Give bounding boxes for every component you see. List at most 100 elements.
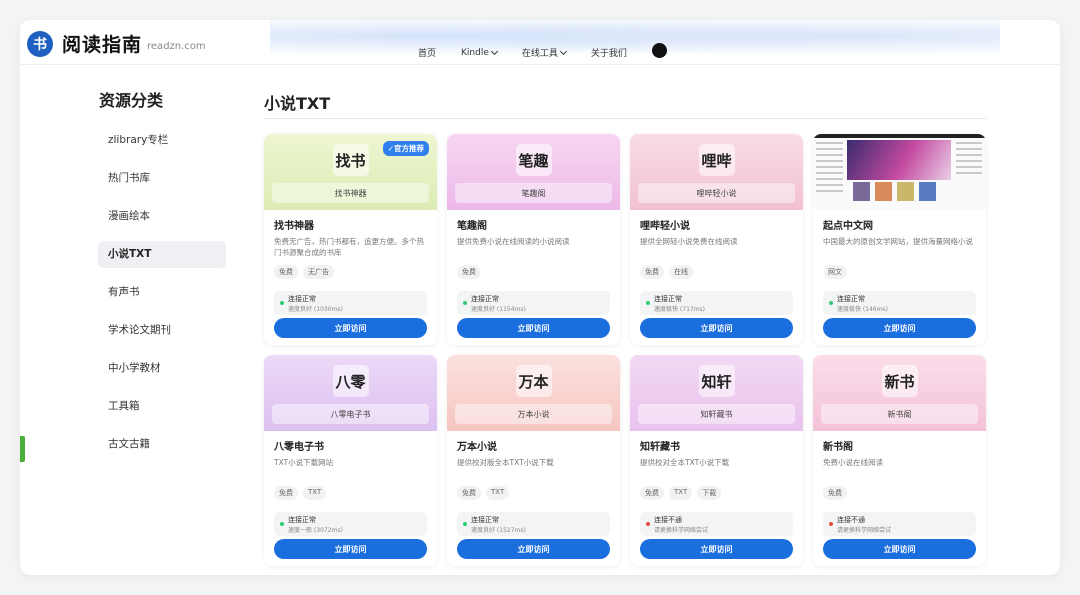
visit-button[interactable]: 立即访问 xyxy=(640,318,793,338)
screenshot-text-line xyxy=(956,154,982,156)
card-info: 哩哔轻小说 提供全网轻小说免费在线阅读 xyxy=(640,217,793,247)
card-tag: 免费 xyxy=(274,265,298,279)
banner-logo-text: 笔趣 xyxy=(515,144,552,176)
sidebar-item[interactable]: 学术论文期刊 xyxy=(98,317,226,344)
screenshot-list-line xyxy=(816,142,843,144)
site-screenshot xyxy=(813,134,986,210)
site-card[interactable]: 万本 万本小说 万本小说 提供校对版全本TXT小说下载 免费 TXT 连接正常 速度良好 (1… xyxy=(447,355,620,566)
status-text: 连接正常 xyxy=(288,516,316,524)
card-title: 找书神器 xyxy=(274,221,314,232)
visit-button[interactable]: 立即访问 xyxy=(274,539,427,559)
site-header: 书 阅读指南 readzn.com 首页 Kindle 在线工具 关于我们 xyxy=(20,20,1060,65)
connection-status: 连接正常 速度极快 (717ms) xyxy=(640,291,793,315)
card-tag: 免费 xyxy=(823,486,847,500)
card-tags: 免费 TXT xyxy=(274,486,327,500)
card-title: 笔趣阁 xyxy=(457,221,487,232)
banner-logo-text: 万本 xyxy=(515,365,552,397)
banner-site-name: 笔趣阁 xyxy=(455,183,612,203)
connection-status: 连接正常 速度良好 (1527ms) xyxy=(457,512,610,536)
card-title: 起点中文网 xyxy=(823,221,873,232)
sidebar-item[interactable]: 小说TXT xyxy=(98,241,226,268)
card-tag: TXT xyxy=(486,486,510,500)
card-tag: 下载 xyxy=(697,486,722,500)
card-description: 提供校对全本TXT小说下载 xyxy=(640,458,730,467)
card-banner: 万本 万本小说 xyxy=(447,355,620,431)
status-text: 连接正常 xyxy=(288,295,316,303)
card-description: 免费小说在线阅读 xyxy=(823,458,883,467)
site-card[interactable]: 起点中文网 中国最大的原创文学网站，提供海量网络小说 网文 连接正常 速度极快 (146… xyxy=(813,134,986,345)
screenshot-topbar xyxy=(813,134,986,138)
site-card[interactable]: 知轩 知轩藏书 知轩藏书 提供校对全本TXT小说下载 免费 TXT 下载 连接不通 请更换科学网… xyxy=(630,355,803,566)
sidebar-item[interactable]: 漫画绘本 xyxy=(98,203,226,230)
visit-button[interactable]: 立即访问 xyxy=(640,539,793,559)
banner-logo-text: 找书 xyxy=(332,144,369,176)
site-card[interactable]: 八零 八零电子书 八零电子书 TXT小说下载网站 免费 TXT 连接正常 速度一般 (3072… xyxy=(264,355,437,566)
nav-online-tools-label: 在线工具 xyxy=(521,49,558,59)
side-feedback-tab[interactable] xyxy=(20,436,25,462)
connection-status: 连接不通 请更换科学网络尝试 xyxy=(640,512,793,536)
card-banner: 新书 新书阁 xyxy=(813,355,986,431)
card-tags: 免费 无广告 xyxy=(274,265,334,279)
status-dot-icon xyxy=(463,522,467,526)
site-logo[interactable]: 书 阅读指南 readzn.com xyxy=(27,30,206,57)
sidebar-item[interactable]: 热门书库 xyxy=(98,165,226,192)
screenshot-text-line xyxy=(956,148,982,150)
nav-home[interactable]: 首页 xyxy=(418,46,436,59)
card-banner: 找书 找书神器 ✓官方推荐 xyxy=(264,134,437,210)
card-info: 知轩藏书 提供校对全本TXT小说下载 xyxy=(640,438,793,468)
nav-about-label: 关于我们 xyxy=(590,49,627,59)
visit-button[interactable]: 立即访问 xyxy=(457,539,610,559)
status-dot-icon xyxy=(280,301,284,305)
banner-site-name: 新书阁 xyxy=(821,404,978,424)
site-card[interactable]: 找书 找书神器 ✓官方推荐 找书神器 免费无广告，热门书都有，追更方便。多个热门书源聚合… xyxy=(264,134,437,345)
card-tags: 免费 xyxy=(823,486,847,500)
screenshot-list-line xyxy=(816,154,843,156)
screenshot-hero-image xyxy=(847,140,951,180)
site-card[interactable]: 哩哔 哩哔轻小说 哩哔轻小说 提供全网轻小说免费在线阅读 免费 在线 连接正常 速度极快 (7… xyxy=(630,134,803,345)
site-card[interactable]: 新书 新书阁 新书阁 免费小说在线阅读 免费 连接不通 请更换科学网络尝试 立即访问 xyxy=(813,355,986,566)
category-sidebar: 资源分类 zlibrary专栏 热门书库 漫画绘本 小说TXT 有声书 学术论文期刊 中小学… xyxy=(98,87,226,469)
visit-button[interactable]: 立即访问 xyxy=(823,539,976,559)
card-tag: TXT xyxy=(303,486,327,500)
card-title: 万本小说 xyxy=(457,442,497,453)
card-tag: 在线 xyxy=(669,265,693,279)
card-info: 找书神器 免费无广告，热门书都有，追更方便。多个热门书源聚合成的书库 xyxy=(274,217,427,258)
nav-online-tools[interactable]: 在线工具 xyxy=(521,46,567,59)
nav-about[interactable]: 关于我们 xyxy=(591,46,627,59)
visit-button[interactable]: 立即访问 xyxy=(274,318,427,338)
status-dot-icon xyxy=(280,522,284,526)
github-icon[interactable] xyxy=(651,43,667,58)
sidebar-item[interactable]: 工具箱 xyxy=(98,393,226,420)
nav-kindle[interactable]: Kindle xyxy=(461,47,498,58)
card-tag: 免费 xyxy=(457,265,481,279)
card-banner: 笔趣 笔趣阁 xyxy=(447,134,620,210)
sidebar-item[interactable]: 古文古籍 xyxy=(98,431,226,458)
card-info: 笔趣阁 提供免费小说在线阅读的小说阅读 xyxy=(457,217,610,247)
status-speed: 速度一般 (3072ms) xyxy=(288,527,343,534)
card-tag: 免费 xyxy=(640,486,664,500)
sidebar-item[interactable]: 有声书 xyxy=(98,279,226,306)
connection-status: 连接正常速度一般 (3072ms) xyxy=(274,512,427,536)
screenshot-book-cover xyxy=(919,182,936,201)
banner-site-name: 万本小说 xyxy=(455,404,612,424)
nav-kindle-label: Kindle xyxy=(461,47,489,58)
status-dot-icon xyxy=(463,301,467,305)
site-card[interactable]: 笔趣 笔趣阁 笔趣阁 提供免费小说在线阅读的小说阅读 免费 连接正常 速度良好 (1154m… xyxy=(447,134,620,345)
card-info: 八零电子书 TXT小说下载网站 xyxy=(274,438,427,468)
card-description: 中国最大的原创文学网站，提供海量网络小说 xyxy=(823,237,973,246)
card-info: 新书阁免费小说在线阅读 xyxy=(823,438,976,468)
logo-domain: readzn.com xyxy=(147,41,206,52)
status-text: 连接不通 xyxy=(654,516,682,524)
sidebar-item[interactable]: 中小学教材 xyxy=(98,355,226,382)
card-title: 新书阁 xyxy=(823,442,853,453)
visit-button[interactable]: 立即访问 xyxy=(823,318,976,338)
banner-logo-text: 八零 xyxy=(332,365,369,397)
card-banner: 哩哔 哩哔轻小说 xyxy=(630,134,803,210)
screenshot-list-line xyxy=(816,190,843,192)
screenshot-book-cover xyxy=(875,182,892,201)
banner-site-name: 知轩藏书 xyxy=(638,404,795,424)
official-recommend-badge: ✓官方推荐 xyxy=(382,141,429,156)
visit-button[interactable]: 立即访问 xyxy=(457,318,610,338)
sidebar-item[interactable]: zlibrary专栏 xyxy=(98,127,226,154)
connection-status: 连接不通 请更换科学网络尝试 xyxy=(823,512,976,536)
